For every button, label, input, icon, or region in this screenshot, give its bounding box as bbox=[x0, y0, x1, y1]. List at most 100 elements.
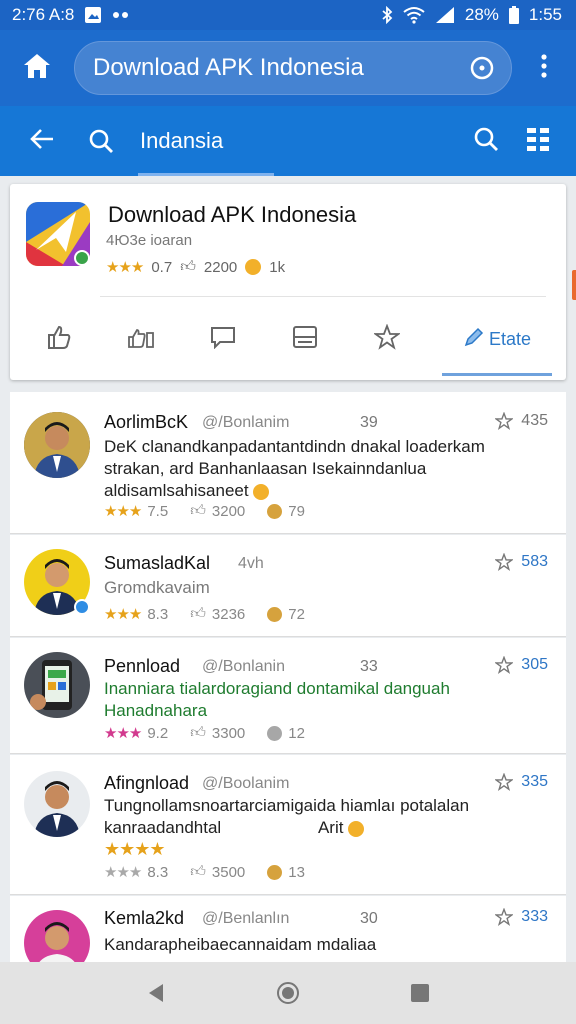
home-button[interactable] bbox=[0, 30, 74, 106]
review-rating: 9.2 bbox=[147, 724, 169, 742]
rate-button[interactable]: Etate bbox=[442, 308, 552, 376]
grid-view-icon[interactable] bbox=[526, 127, 550, 156]
review-handle: @/Boolanim bbox=[202, 775, 290, 792]
review-text: Kandarapheibaecannaidam mdaliaa bbox=[104, 935, 377, 954]
smiley-icon bbox=[253, 483, 270, 500]
favorite-button[interactable] bbox=[346, 314, 428, 364]
nav-back-button[interactable] bbox=[131, 968, 181, 1018]
favorite-value: 583 bbox=[521, 553, 548, 570]
app-bar: Download APK Indonesia bbox=[0, 30, 576, 106]
more-vert-icon bbox=[541, 53, 547, 83]
battery-percent: 28% bbox=[464, 5, 499, 24]
review-handle: @/Bonlanin bbox=[202, 658, 285, 675]
review-name: AorlimBcK bbox=[104, 412, 189, 432]
overflow-menu-button[interactable] bbox=[512, 30, 576, 106]
coin-icon bbox=[267, 725, 283, 741]
search-input[interactable]: Indansia bbox=[118, 106, 418, 176]
system-nav-bar bbox=[0, 962, 576, 1024]
star-outline-icon bbox=[495, 908, 514, 926]
review-stars-row: ★★★★ bbox=[104, 839, 166, 860]
comment-button[interactable] bbox=[182, 314, 264, 364]
thumbs-up-outline-icon bbox=[46, 324, 72, 355]
photo-notification-icon bbox=[84, 6, 102, 24]
app-title: Download APK Indonesia bbox=[108, 202, 357, 227]
review-extra: Arit bbox=[317, 818, 344, 837]
favorite-count[interactable]: 333 bbox=[495, 908, 548, 926]
search-icon bbox=[84, 129, 118, 153]
nav-home-button[interactable] bbox=[263, 968, 313, 1018]
star-outline-icon bbox=[495, 656, 514, 674]
thumbs-group-icon bbox=[127, 325, 155, 354]
favorite-count[interactable]: 435 bbox=[495, 412, 548, 430]
list-item[interactable]: AorlimBcK @/Bonlanim 39 435 DeK clanandk… bbox=[10, 392, 566, 534]
rating-stars-icon: ★★★ bbox=[104, 864, 142, 881]
coin-icon bbox=[267, 864, 283, 880]
more-notifications-icon bbox=[112, 11, 130, 19]
review-meta: ★★★ 8.3 👍︎ 3236 72 bbox=[104, 605, 305, 623]
review-count: 79 bbox=[288, 502, 305, 520]
battery-icon bbox=[508, 6, 519, 24]
verified-badge-icon bbox=[74, 599, 90, 615]
rating-stars-icon: ★★★ bbox=[104, 606, 142, 623]
list-item[interactable]: Kemla2kd @/Benlanlın 30 333 Kandarapheib… bbox=[10, 896, 566, 966]
favorite-count[interactable]: 305 bbox=[495, 656, 548, 674]
coin-icon bbox=[267, 606, 283, 622]
review-name: SumasladKal bbox=[104, 553, 211, 573]
coin-icon bbox=[267, 503, 283, 519]
app-stats: ★★★ 0.7 👍︎ 2200 1k bbox=[106, 258, 285, 276]
avatar[interactable] bbox=[24, 652, 90, 718]
rate-label: Etate bbox=[488, 328, 532, 349]
review-rating: 8.3 bbox=[147, 863, 169, 881]
smiley-icon bbox=[245, 259, 262, 275]
rating-stars-icon: ★★★★ bbox=[104, 839, 166, 859]
back-button[interactable] bbox=[0, 106, 84, 176]
scroll-indicator bbox=[572, 270, 576, 300]
smiley-icon bbox=[348, 820, 365, 837]
review-likes: 3300 bbox=[211, 724, 246, 742]
app-rating: 0.7 bbox=[151, 258, 173, 276]
list-item[interactable]: SumasladKal 4vh 583 Gromdkavaim ★★★ 8.3 … bbox=[10, 535, 566, 637]
list-item[interactable]: Pennload @/Bonlanin 33 305 Inanniara tia… bbox=[10, 638, 566, 754]
favorite-count[interactable]: 583 bbox=[495, 553, 548, 571]
divider bbox=[100, 296, 546, 297]
list-item[interactable]: Afingnload @/Boolanim 335 Tungnollamsnoa… bbox=[10, 755, 566, 895]
avatar[interactable] bbox=[24, 771, 90, 837]
review-likes: 3200 bbox=[211, 502, 246, 520]
avatar[interactable] bbox=[24, 412, 90, 478]
review-count: 72 bbox=[288, 605, 305, 623]
verified-badge-icon bbox=[74, 250, 90, 266]
review-name: Pennload bbox=[104, 656, 181, 676]
review-name: Kemla2kd bbox=[104, 908, 185, 928]
favorite-count[interactable]: 335 bbox=[495, 773, 548, 791]
review-count: 13 bbox=[288, 863, 305, 881]
review-count: 12 bbox=[288, 724, 305, 742]
review-text-body: Tungnollamsnoartarciamigaida hiamlaı pot… bbox=[104, 796, 470, 837]
save-button[interactable] bbox=[264, 314, 346, 364]
signal-icon bbox=[435, 6, 455, 24]
bluetooth-icon bbox=[381, 6, 393, 24]
rating-stars-icon: ★★★ bbox=[104, 503, 142, 520]
lens-icon[interactable] bbox=[469, 55, 495, 81]
status-time-left: 2:76 A:8 bbox=[12, 5, 75, 24]
favorite-value: 333 bbox=[521, 908, 548, 925]
search-toolbar: Indansia bbox=[0, 106, 576, 176]
nav-recents-button[interactable] bbox=[395, 968, 445, 1018]
home-icon bbox=[23, 53, 51, 84]
review-text: Inanniara tialardoragiand dontamikal dan… bbox=[104, 679, 450, 720]
thumbs-up-icon: 👍︎ bbox=[190, 605, 206, 622]
review-handle: @/Benlanlın bbox=[202, 910, 290, 927]
avatar[interactable] bbox=[24, 910, 90, 965]
app-subtitle: 4Ю3e ioaran bbox=[106, 232, 193, 249]
search-icon[interactable] bbox=[474, 127, 498, 156]
review-text: DeK clanandkanpadantantdindn dnakal load… bbox=[104, 436, 544, 502]
rating-stars-icon: ★★★ bbox=[104, 725, 142, 742]
wifi-icon bbox=[403, 6, 425, 24]
like-button[interactable] bbox=[18, 314, 100, 364]
star-outline-icon bbox=[495, 412, 514, 430]
favorite-value: 435 bbox=[521, 412, 548, 429]
status-bar: 2:76 A:8 28% 1:55 bbox=[0, 0, 576, 30]
address-bar[interactable]: Download APK Indonesia bbox=[74, 41, 512, 95]
review-meta: ★★★ 9.2 👍︎ 3300 12 bbox=[104, 724, 305, 742]
app-header-card: Download APK Indonesia 4Ю3e ioaran ★★★ 0… bbox=[10, 184, 566, 380]
share-button[interactable] bbox=[100, 314, 182, 364]
